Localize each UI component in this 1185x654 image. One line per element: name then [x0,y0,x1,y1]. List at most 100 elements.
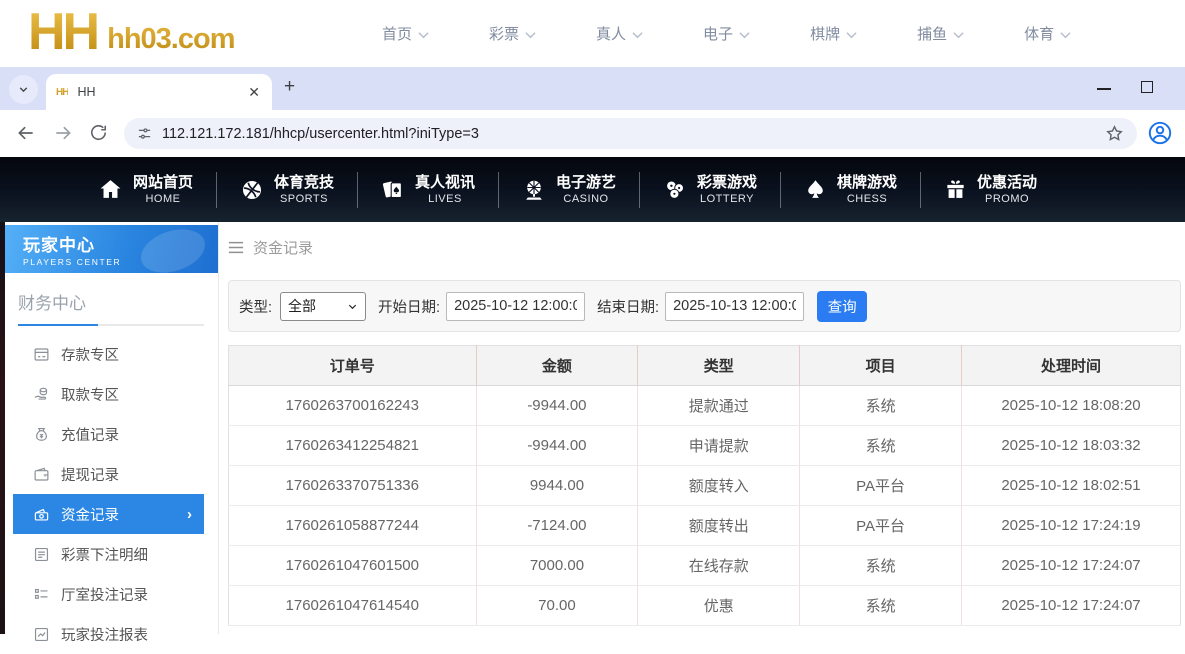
gift-icon [944,178,967,201]
top-nav-item[interactable]: 捕鱼 [887,23,994,44]
main-nav-item-lottery[interactable]: 彩票游戏LOTTERY [640,174,780,206]
main-nav-item-sports[interactable]: 体育竞技SPORTS [217,174,357,206]
top-nav-item[interactable]: 体育 [994,23,1101,44]
sidebar-item-withdraw-zone[interactable]: 取款专区 [5,374,218,414]
site-info-icon [137,126,152,141]
reload-button[interactable] [89,123,108,147]
lottery-bet-icon [33,546,51,563]
table-cell: 1760261047601500 [229,546,477,586]
sidebar-item-recharge-record[interactable]: 充值记录 [5,414,218,454]
players-center-title: 玩家中心 [23,231,218,256]
table-row: 17602633707513369944.00额度转入PA平台2025-10-1… [229,466,1181,506]
top-nav-label: 电子 [703,23,733,44]
top-nav-item[interactable]: 棋牌 [780,23,887,44]
bookmark-star-icon[interactable] [1105,124,1124,143]
browser-tab[interactable]: HH HH ✕ [46,74,272,110]
site-header: HH hh03.com 首页彩票真人 电子 棋牌捕鱼体育 [0,0,1185,67]
table-cell: 在线存款 [638,546,800,586]
end-date-input[interactable] [665,292,804,321]
sidebar-item-label: 彩票下注明细 [61,544,148,565]
main-nav-label-cn: 真人视讯 [415,174,475,192]
main-nav-item-chess[interactable]: 棋牌游戏CHESS [781,174,920,206]
sidebar-item-withdraw-record[interactable]: 提现记录 [5,454,218,494]
sidebar-item-funds-record[interactable]: 资金记录› [13,494,204,534]
tab-close-icon[interactable]: ✕ [246,84,262,101]
table-header-cell: 金额 [476,346,638,386]
table-cell: -9944.00 [476,426,638,466]
chevron-down-icon [1060,29,1071,39]
sidebar-item-report[interactable]: 玩家投注报表 [5,614,218,654]
table-cell: 2025-10-12 18:03:32 [962,426,1181,466]
table-row: 1760261058877244-7124.00额度转出PA平台2025-10-… [229,506,1181,546]
table-cell: 1760263700162243 [229,386,477,426]
end-date-label: 结束日期: [597,296,659,317]
back-arrow-icon [16,123,36,143]
table-cell: 7000.00 [476,546,638,586]
table-header-cell: 处理时间 [962,346,1181,386]
top-nav-item[interactable]: 首页 [352,23,459,44]
table-cell: PA平台 [800,466,962,506]
chevron-down-icon [525,29,536,39]
window-minimize-button[interactable] [1097,88,1111,90]
report-icon [33,626,51,643]
hall-bet-icon [33,586,51,603]
table-header-cell: 订单号 [229,346,477,386]
main-nav-label-cn: 棋牌游戏 [837,174,897,192]
top-nav-item[interactable]: 真人 [566,23,673,44]
profile-avatar-icon[interactable] [1147,120,1173,151]
main-nav-label-cn: 网站首页 [133,174,193,192]
table-cell: 1760263370751336 [229,466,477,506]
main-nav-label-cn: 优惠活动 [977,174,1037,192]
table-cell: 2025-10-12 18:02:51 [962,466,1181,506]
table-cell: 提款通过 [638,386,800,426]
site-logo[interactable]: HH hh03.com [28,2,234,62]
breadcrumb: 资金记录 [228,236,1181,258]
table-cell: -9944.00 [476,386,638,426]
funds-record-icon [33,506,51,523]
tab-strip: HH HH ✕ + [0,67,1185,110]
table-cell: 申请提款 [638,426,800,466]
table-cell: 系统 [800,586,962,626]
table-cell: 9944.00 [476,466,638,506]
window-maximize-button[interactable] [1141,81,1153,93]
roulette-icon [522,178,546,202]
main-nav-label-en: CHESS [837,192,897,206]
top-nav-item[interactable]: 电子 [673,23,780,44]
main-nav-item-lives[interactable]: 真人视讯LIVES [358,174,498,206]
table-row: 1760263412254821-9944.00申请提款系统2025-10-12… [229,426,1181,466]
sidebar-item-hall-bet[interactable]: 厅室投注记录 [5,574,218,614]
forward-button[interactable] [53,123,73,148]
main-nav-item-promo[interactable]: 优惠活动PROMO [921,174,1060,206]
main-content: 资金记录 类型: 全部 开始日期: 结束日期: 查询 订单号金额类型项目处理时间… [219,222,1185,634]
main-nav-label-cn: 电子游艺 [556,174,616,192]
new-tab-button[interactable]: + [284,76,295,98]
table-cell: 优惠 [638,586,800,626]
url-row: 112.121.172.181/hhcp/usercenter.html?ini… [0,110,1185,157]
main-nav-item-casino[interactable]: 电子游艺CASINO [499,174,639,206]
table-cell: 2025-10-12 17:24:07 [962,546,1181,586]
main-nav: 网站首页HOME体育竞技SPORTS真人视讯LIVES电子游艺CASINO彩票游… [0,157,1185,222]
sidebar-item-lottery-bet[interactable]: 彩票下注明细 [5,534,218,574]
withdraw-zone-icon [33,385,51,403]
table-cell: -7124.00 [476,506,638,546]
top-nav: 首页彩票真人 电子 棋牌捕鱼体育 [352,0,1101,67]
sidebar-item-deposit[interactable]: 存款专区 [5,334,218,374]
url-bar[interactable]: 112.121.172.181/hhcp/usercenter.html?ini… [124,118,1137,149]
query-button[interactable]: 查询 [817,291,867,322]
start-date-input[interactable] [446,292,585,321]
back-button[interactable] [16,123,36,148]
type-select[interactable]: 全部 [280,292,366,321]
table-body: 1760263700162243-9944.00提款通过系统2025-10-12… [229,386,1181,626]
tab-search-button[interactable] [9,75,38,104]
sidebar-menu: 存款专区取款专区充值记录提现记录资金记录› 彩票下注明细厅室投注记录玩家投注报表 [5,334,218,654]
tab-title: HH [77,85,246,99]
main-nav-item-home[interactable]: 网站首页HOME [75,174,216,206]
type-label: 类型: [239,296,272,317]
table-header-row: 订单号金额类型项目处理时间 [229,346,1181,386]
sidebar-item-label: 提现记录 [61,464,119,485]
top-nav-item[interactable]: 彩票 [459,23,566,44]
main-nav-label-en: LIVES [415,192,475,206]
page-body: 玩家中心 PLAYERS CENTER 财务中心 存款专区取款专区充值记录提现记… [0,222,1185,634]
table-cell: 2025-10-12 18:08:20 [962,386,1181,426]
main-nav-label-en: LOTTERY [697,192,757,206]
